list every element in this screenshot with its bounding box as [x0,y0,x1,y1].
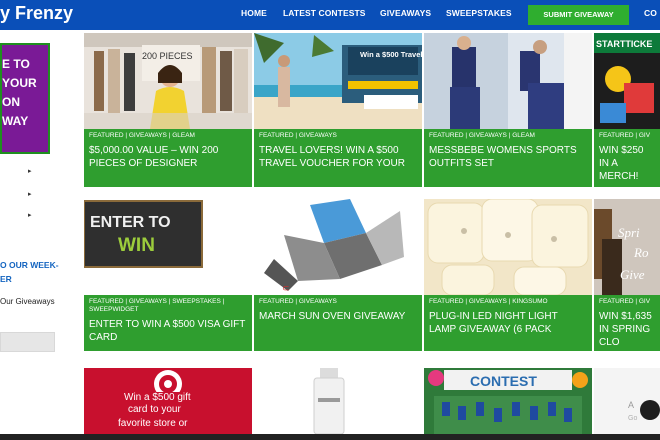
card-image-text: card to your [128,404,181,415]
card-title[interactable]: WIN $1,635 IN SPRING CLO [599,310,655,349]
card-image-text: Spri [618,225,640,240]
giveaway-card[interactable]: FEATURED | GIVEAWAYS | GLEAM MESSBEBE WO… [424,33,592,187]
card-tags[interactable]: FEATURED | GIVEAWAYS | KINGSUMO [429,298,587,306]
card-image[interactable]: Win a $500 gift card to your favorite st… [84,368,252,434]
card-caption: FEATURED | GIVEAWAYS | SWEEPSTAKES | SWE… [84,295,252,351]
site-logo[interactable]: y Frenzy [0,3,73,24]
card-image[interactable]: 200 PIECES [84,33,252,129]
bullet-icon: ▸ [28,168,32,175]
card-image-text: ENTER TO [90,214,171,231]
sidebar-email-field[interactable] [0,332,55,352]
card-tags[interactable]: FEATURED | GIVEAWAYS | GLEAM [89,132,247,140]
nav-home[interactable]: HOME [241,8,267,18]
sidebar-link[interactable]: ER [0,274,12,284]
card-tags[interactable]: FEATURED | GIVEAWAYS [259,298,417,306]
card-title[interactable]: MARCH SUN OVEN GIVEAWAY [259,310,417,323]
card-tags[interactable]: FEATURED | GIV [599,132,655,140]
card-title[interactable]: ENTER TO WIN A $500 VISA GIFT CARD [89,318,247,344]
promo-line: ON [2,95,20,109]
card-image[interactable]: STARTTICKE [594,33,660,129]
bottom-edge [0,434,660,440]
giveaway-card[interactable]: A Go [594,368,660,434]
card-caption: FEATURED | GIVEAWAYS MARCH SUN OVEN GIVE… [254,295,422,351]
giveaway-card[interactable]: CONTEST [424,368,592,434]
card-title[interactable]: TRAVEL LOVERS! WIN A $500 TRAVEL VOUCHER… [259,144,417,170]
site-header: y Frenzy HOME LATEST CONTESTS GIVEAWAYS … [0,0,660,30]
submit-giveaway-button[interactable]: SUBMIT GIVEAWAY [528,5,629,25]
card-image-text: favorite store or [118,418,188,429]
card-title[interactable]: WIN $250 IN A MERCH! [599,144,655,183]
card-caption: FEATURED | GIVEAWAYS | GLEAM MESSBEBE WO… [424,129,592,187]
card-tags[interactable]: FEATURED | GIVEAWAYS | SWEEPSTAKES | SWE… [89,298,247,314]
card-image-text: CONTEST [470,373,537,389]
card-image[interactable] [254,368,422,434]
nav-latest-contests[interactable]: LATEST CONTESTS [283,8,366,18]
giveaway-card[interactable]: ENTER TO WIN FEATURED | GIVEAWAYS | SWEE… [84,199,252,351]
card-image[interactable]: A Go [594,368,660,434]
promo-line: E TO [2,57,30,71]
card-caption: FEATURED | GIVEAWAYS TRAVEL LOVERS! WIN … [254,129,422,187]
sidebar-link[interactable]: O OUR WEEK- [0,260,59,270]
card-caption: FEATURED | GIVEAWAYS | GLEAM $5,000.00 V… [84,129,252,187]
card-image[interactable]: ⊂ [254,199,422,295]
card-image[interactable]: CONTEST [424,368,592,434]
watermark-text: A [628,400,634,410]
sidebar-text: Our Giveaways [0,297,55,306]
bullet-icon: ▸ [28,212,32,219]
giveaway-card[interactable]: STARTTICKE FEATURED | GIV WIN $250 IN A … [594,33,660,187]
card-tags[interactable]: FEATURED | GIVEAWAYS [259,132,417,140]
watermark-text: Go [628,415,637,422]
nav-sweepstakes[interactable]: SWEEPSTAKES [446,8,512,18]
card-caption: FEATURED | GIV WIN $1,635 IN SPRING CLO [594,295,660,351]
giveaway-card[interactable]: FEATURED | GIVEAWAYS | KINGSUMO PLUG-IN … [424,199,592,351]
card-image[interactable] [424,33,592,129]
card-image-text: STARTTICKE [596,39,652,49]
giveaway-card[interactable]: Win a $500 gift card to your favorite st… [84,368,252,434]
card-image[interactable]: Spri Ro Give [594,199,660,295]
promo-line: WAY [2,114,29,128]
giveaway-card[interactable]: 200 PIECES FEATURED | GIVEAWAYS | GLEAM … [84,33,252,187]
card-caption: FEATURED | GIV WIN $250 IN A MERCH! [594,129,660,187]
card-tags[interactable]: FEATURED | GIVEAWAYS | GLEAM [429,132,587,140]
card-caption: FEATURED | GIVEAWAYS | KINGSUMO PLUG-IN … [424,295,592,351]
card-image[interactable]: Win a $500 Travel Voucher [254,33,422,129]
card-image-text: WIN [118,235,155,256]
card-image-text: Give [620,267,645,282]
card-image-text: 200 PIECES [142,51,193,61]
giveaway-card[interactable]: Win a $500 Travel Voucher FEATURED | GIV… [254,33,422,187]
card-image-text: Ro [633,245,649,260]
page: { "header": { "logo": "y Frenzy", "nav":… [0,0,660,440]
sidebar-promo-box[interactable]: E TO YOUR ON WAY [0,43,50,154]
brand-mark: ⊂ [282,283,290,293]
nav-contact[interactable]: CO [644,8,657,18]
promo-line: YOUR [2,76,37,90]
giveaway-card[interactable]: Spri Ro Give FEATURED | GIV WIN $1,635 I… [594,199,660,351]
card-title[interactable]: PLUG-IN LED NIGHT LIGHT LAMP GIVEAWAY (6… [429,310,587,336]
nav-giveaways[interactable]: GIVEAWAYS [380,8,431,18]
giveaway-card[interactable]: ⊂ FEATURED | GIVEAWAYS MARCH SUN OVEN GI… [254,199,422,351]
card-image[interactable] [424,199,592,295]
card-image-text: Win a $500 gift [124,392,191,403]
card-image[interactable]: ENTER TO WIN [84,199,252,295]
card-title[interactable]: MESSBEBE WOMENS SPORTS OUTFITS SET [429,144,587,170]
card-image-text: Win a $500 Travel Voucher [360,50,422,59]
giveaway-card[interactable] [254,368,422,434]
bullet-icon: ▸ [28,191,32,198]
card-tags[interactable]: FEATURED | GIV [599,298,655,306]
card-title[interactable]: $5,000.00 VALUE – WIN 200 PIECES OF DESI… [89,144,247,170]
